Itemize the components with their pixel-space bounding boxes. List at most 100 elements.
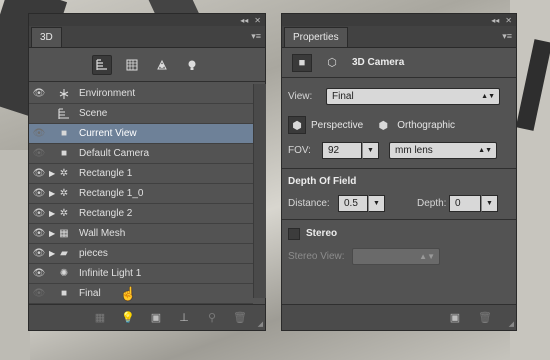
perspective-label[interactable]: Perspective [311, 120, 363, 131]
camera-icon: ■ [60, 148, 68, 159]
camera-icon: ■ [60, 288, 68, 299]
layer-label: Default Camera [79, 148, 150, 159]
layer-row[interactable]: 👁 ■ Default Camera [29, 144, 253, 164]
orthographic-label[interactable]: Orthographic [397, 120, 455, 131]
view-select-value: Final [332, 90, 354, 102]
layer-row[interactable]: 👁 ✺ Infinite Light 1 [29, 264, 253, 284]
orthographic-icon[interactable]: ⬢ [374, 116, 392, 134]
perspective-icon[interactable]: ⬢ [288, 116, 306, 134]
visibility-eye-icon[interactable]: 👁 [29, 208, 49, 219]
view-select[interactable]: Final ▲▼ [326, 87, 500, 105]
distance-dropdown-icon[interactable]: ▼ [368, 194, 385, 212]
panel-footer: ▣ 🗑 [282, 304, 516, 330]
layer-row[interactable]: 👁 ▶ ✲ Rectangle 1_0 [29, 184, 253, 204]
layer-label: Infinite Light 1 [79, 268, 142, 279]
visibility-eye-icon[interactable]: 👁 [29, 228, 49, 239]
page-title: 3D Camera [352, 57, 405, 68]
visibility-eye-icon[interactable]: 👁 [29, 168, 49, 179]
camera-icon: ■ [60, 128, 68, 139]
layer-label: pieces [79, 248, 108, 259]
layer-row[interactable]: 👁 ▶ ✲ Rectangle 2 [29, 204, 253, 224]
layer-label: Current View [79, 128, 137, 139]
layer-row[interactable]: 👁 ▶ ▦ Wall Mesh [29, 224, 253, 244]
new-mesh-icon[interactable]: ▣ [448, 311, 462, 325]
properties-header: ■ ⬡ 3D Camera [282, 48, 516, 78]
visibility-eye-icon[interactable]: 👁 [29, 248, 49, 259]
visibility-eye-icon[interactable]: 👁 [29, 128, 49, 139]
hand-cursor-icon: ☝ [120, 286, 137, 301]
chevron-updown-icon: ▲▼ [419, 251, 435, 261]
scrollbar[interactable] [253, 84, 266, 298]
layer-label: Rectangle 1 [79, 168, 133, 179]
expand-arrow-icon[interactable]: ▶ [49, 189, 57, 198]
3d-panel: ◂◂ ✕ 3D ▾≡ 👁 Environment Scene 👁 ■ Curre… [28, 13, 266, 331]
trash-icon[interactable]: 🗑 [233, 311, 247, 325]
collapse-icon[interactable]: ◂◂ [491, 16, 499, 25]
resize-grip-icon[interactable]: ◢ [258, 320, 263, 328]
panel-footer: ▦ 💡 ▣ ⊥ ⚲ 🗑 [29, 304, 265, 330]
filter-toolbar [29, 48, 265, 82]
layer-row[interactable]: 👁 Environment [29, 84, 253, 104]
chevron-updown-icon: ▲▼ [478, 146, 492, 154]
layer-label: Environment [79, 88, 136, 99]
panel-topbar: ◂◂ ✕ [29, 14, 265, 26]
layer-row[interactable]: Scene [29, 104, 253, 124]
stereo-label[interactable]: Stereo [306, 225, 337, 243]
mesh-icon[interactable]: ▦ [93, 311, 107, 325]
layer-row[interactable]: 👁 ■ Final [29, 284, 253, 304]
distance-label: Distance: [288, 197, 330, 209]
fov-input[interactable]: 92 [322, 141, 362, 159]
layer-label: Wall Mesh [79, 228, 126, 239]
panel-menu-icon[interactable]: ▾≡ [251, 31, 261, 42]
render-icon[interactable]: ⊥ [177, 311, 191, 325]
visibility-eye-icon[interactable]: 👁 [29, 188, 49, 199]
visibility-eye-icon[interactable]: 👁 [29, 288, 49, 299]
dof-section-title: Depth Of Field [288, 176, 357, 187]
camera-icon[interactable]: ■ [292, 53, 312, 72]
layer-row-selected[interactable]: 👁 ■ Current View [29, 124, 253, 144]
coordinates-icon[interactable]: ⬡ [322, 54, 342, 72]
layer-label: Rectangle 2 [79, 208, 133, 219]
expand-arrow-icon[interactable]: ▶ [49, 169, 57, 178]
view-label: View: [288, 90, 313, 102]
tab-properties[interactable]: Properties [284, 27, 348, 47]
layer-label: Rectangle 1_0 [79, 188, 144, 199]
fov-label: FOV: [288, 144, 311, 156]
expand-arrow-icon[interactable]: ▶ [49, 249, 57, 258]
properties-panel: ◂◂ ✕ Properties ▾≡ ■ ⬡ 3D Camera View: F… [281, 13, 517, 331]
new-mesh-icon[interactable]: ▣ [149, 311, 163, 325]
close-icon[interactable]: ✕ [254, 16, 261, 25]
resize-grip-icon[interactable]: ◢ [509, 320, 514, 328]
expand-arrow-icon[interactable]: ▶ [49, 229, 57, 238]
constraint-icon[interactable]: ⚲ [205, 311, 219, 325]
materials-filter-icon[interactable] [152, 55, 172, 75]
collapse-icon[interactable]: ◂◂ [240, 16, 248, 25]
distance-input[interactable]: 0.5 [338, 194, 368, 212]
lens-select[interactable]: mm lens ▲▼ [389, 141, 497, 159]
scene-icon [57, 107, 71, 120]
depth-dropdown-icon[interactable]: ▼ [481, 194, 498, 212]
whole-scene-filter-icon[interactable] [92, 54, 112, 75]
shape-icon: ✲ [59, 188, 69, 199]
stereo-checkbox[interactable] [288, 228, 300, 240]
meshes-filter-icon[interactable] [122, 55, 142, 75]
add-light-icon[interactable]: 💡 [121, 311, 135, 325]
panel-menu-icon[interactable]: ▾≡ [502, 31, 512, 42]
close-icon[interactable]: ✕ [505, 16, 512, 25]
layers-list: 👁 Environment Scene 👁 ■ Current View 👁 ■ [29, 84, 253, 304]
visibility-eye-icon[interactable]: 👁 [29, 148, 49, 159]
environment-icon [57, 88, 71, 100]
tab-3d[interactable]: 3D [31, 27, 62, 47]
fov-dropdown-icon[interactable]: ▼ [362, 141, 379, 159]
stereo-view-select: ▲▼ [352, 247, 440, 265]
trash-icon[interactable]: 🗑 [478, 311, 492, 325]
layer-row[interactable]: 👁 ▶ ✲ Rectangle 1 [29, 164, 253, 184]
lights-filter-icon[interactable] [182, 55, 202, 75]
expand-arrow-icon[interactable]: ▶ [49, 209, 57, 218]
depth-input[interactable]: 0 [449, 194, 481, 212]
lens-select-value: mm lens [395, 144, 433, 156]
shape-icon: ✲ [59, 208, 69, 219]
visibility-eye-icon[interactable]: 👁 [29, 268, 49, 279]
layer-row[interactable]: 👁 ▶ ▰ pieces [29, 244, 253, 264]
visibility-eye-icon[interactable]: 👁 [29, 88, 49, 99]
